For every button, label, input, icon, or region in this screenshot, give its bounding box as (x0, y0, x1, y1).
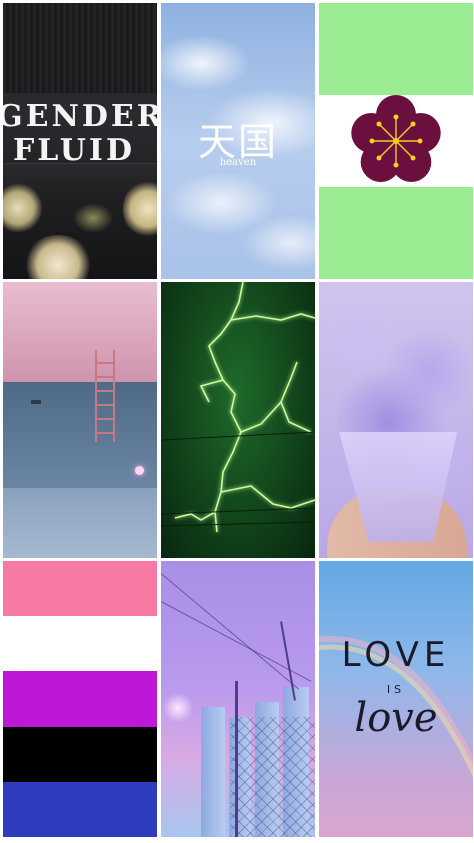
embroidered-flower (23, 235, 93, 279)
pool-water-surface (3, 282, 157, 382)
flag-stripe-pink (3, 561, 157, 616)
pool-wall (3, 382, 157, 488)
aesthetic-collage: GENDER FLUID 天国 heaven LOVE IS love (0, 0, 474, 843)
pool-ladder (95, 350, 115, 442)
pool-floor (3, 488, 157, 558)
flag-stripe-purple (3, 671, 157, 727)
gender-text: GENDER (3, 99, 157, 134)
embroidered-leaf (73, 203, 113, 233)
gender-fluid-sweatshirt-photo: GENDER FLUID (3, 3, 157, 279)
power-line (161, 601, 312, 682)
power-line (161, 573, 300, 690)
love-is-love-photo: LOVE IS love (319, 561, 473, 837)
utility-pole (235, 681, 238, 837)
empty-pool-photo (3, 282, 157, 558)
love-heading: LOVE (341, 635, 451, 675)
street-light-glow (163, 693, 193, 723)
silo (201, 707, 225, 837)
chain-link-fence (231, 717, 315, 837)
green-lightning-photo (161, 282, 315, 558)
heaven-caption: heaven (219, 157, 257, 168)
lightning-bolt-icon (161, 282, 315, 533)
flower-emblem-icon (351, 95, 441, 182)
sweatshirt-ribbing (3, 3, 157, 93)
love-script: love (354, 695, 438, 741)
flag-stripe-black (3, 727, 157, 782)
cotton-candy-photo (319, 282, 473, 558)
pool-drain (31, 400, 41, 404)
pool-light (135, 466, 144, 475)
flag-stripe-blue (3, 782, 157, 837)
sky-clouds-photo: 天国 heaven (161, 3, 315, 279)
purple-industrial-photo (161, 561, 315, 837)
flag-stripe-white (3, 616, 157, 671)
genderfluid-flag (3, 561, 157, 837)
flower-flag (319, 3, 473, 279)
